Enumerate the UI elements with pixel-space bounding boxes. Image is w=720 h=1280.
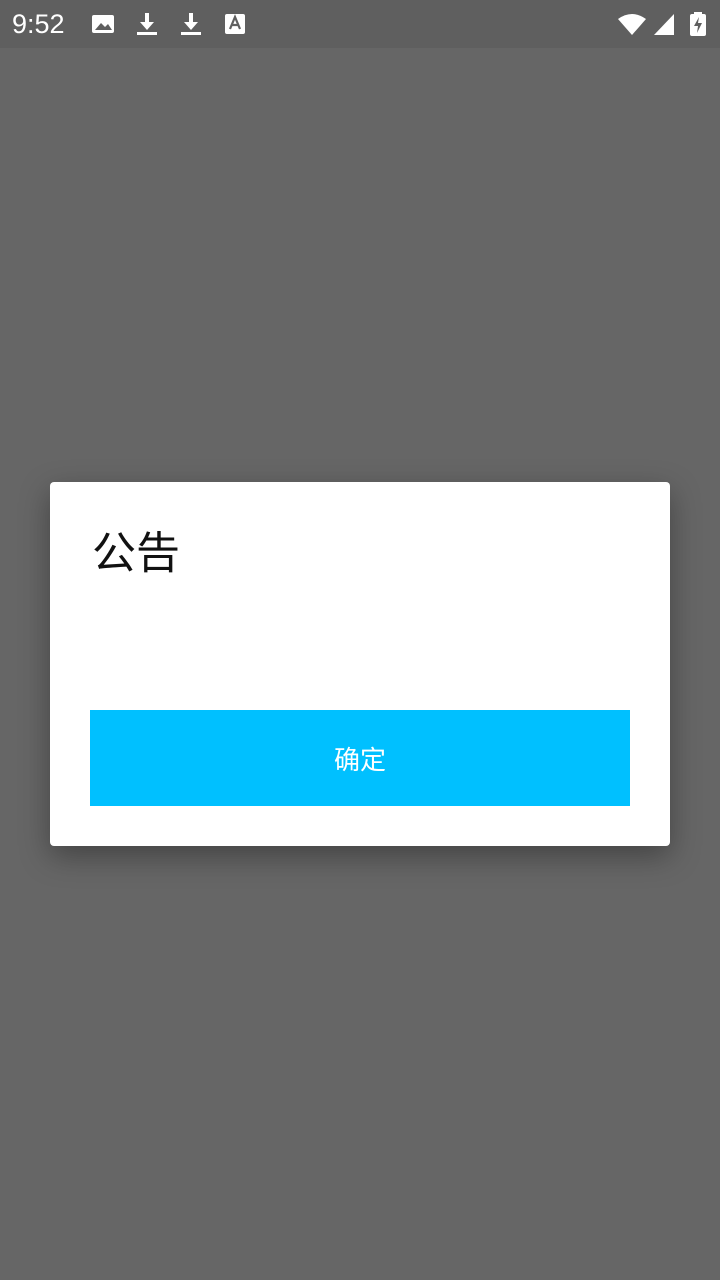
image-icon: [91, 12, 115, 36]
download-icon: [135, 12, 159, 36]
battery-charging-icon: [688, 12, 708, 36]
wifi-icon: [617, 12, 647, 36]
dialog-message: [92, 602, 628, 682]
confirm-button[interactable]: 确定: [90, 710, 630, 806]
cell-signal-icon: [652, 12, 676, 36]
font-a-icon: [223, 12, 247, 36]
status-time: 9:52: [12, 9, 65, 39]
download-icon: [179, 12, 203, 36]
status-bar: 9:52: [0, 0, 720, 48]
announcement-dialog: 公告 确定: [50, 482, 670, 846]
dialog-title: 公告: [92, 528, 180, 579]
